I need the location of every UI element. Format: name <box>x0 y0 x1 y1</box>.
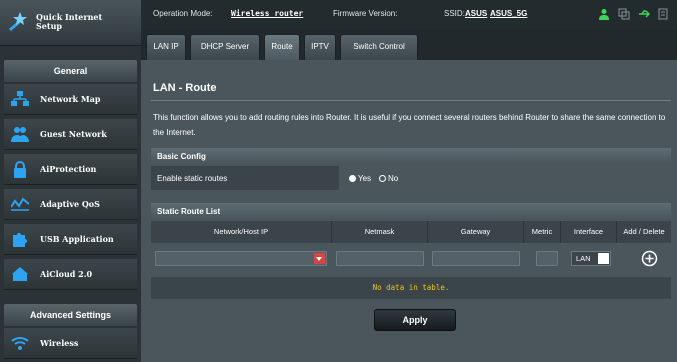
operation-mode-value[interactable]: Wireless router <box>231 9 303 18</box>
sidebar-item-label: USB Application <box>40 234 114 244</box>
advanced-settings-header: Advanced Settings <box>4 304 137 326</box>
interface-select[interactable]: LAN <box>571 251 611 266</box>
chevron-down-icon[interactable] <box>314 253 325 264</box>
radio-no-label: No <box>388 174 399 183</box>
status-bar: Operation Mode: Wireless router Firmware… <box>141 0 677 30</box>
sidebar-item-aicloud[interactable]: AiCloud 2.0 <box>4 259 137 290</box>
column-header: Network/Host IP <box>151 221 332 243</box>
copy-icon[interactable] <box>618 8 630 20</box>
tab-route[interactable]: Route <box>264 34 300 60</box>
interface-value: LAN <box>576 254 591 263</box>
radio-yes-dot <box>349 175 356 182</box>
ssid-2[interactable]: ASUS_5G <box>490 9 527 18</box>
netmask-input[interactable] <box>336 251 424 266</box>
cloud-icon <box>10 265 30 283</box>
sidebar-item-wireless[interactable]: Wireless <box>4 328 137 359</box>
tab-dhcp-server[interactable]: DHCP Server <box>190 34 260 60</box>
enable-static-routes-value: Yes No <box>339 166 671 190</box>
tab-lan-ip[interactable]: LAN IP <box>146 34 186 60</box>
network-map-icon <box>10 90 30 108</box>
chevron-down-icon <box>598 253 609 264</box>
tab-iptv[interactable]: IPTV <box>304 34 336 60</box>
sidebar-item-guest-network[interactable]: Guest Network <box>4 119 137 150</box>
ssid-label: SSID: <box>444 9 465 18</box>
wand-icon <box>8 12 27 32</box>
apply-button[interactable]: Apply <box>374 309 456 331</box>
empty-table-row: No data in table. <box>151 277 671 299</box>
ssid-1[interactable]: ASUS <box>465 9 487 18</box>
page-description: This function allows you to add routing … <box>153 113 666 137</box>
sidebar-item-label: Guest Network <box>40 129 107 139</box>
column-header: Metric <box>524 221 561 243</box>
wifi-icon <box>10 334 30 352</box>
lock-icon <box>10 160 30 178</box>
sidebar-item-label: Wireless <box>40 338 79 348</box>
gateway-input[interactable] <box>432 251 520 266</box>
network-host-ip-input[interactable] <box>155 251 327 266</box>
main-panel: LAN - Route This function allows you to … <box>141 60 677 362</box>
quick-internet-setup-button[interactable]: Quick Internet Setup <box>0 0 141 46</box>
quick-internet-setup-label: Quick Internet Setup <box>36 12 103 31</box>
sidebar-item-label: Network Map <box>40 94 101 104</box>
sidebar-item-label: Adaptive QoS <box>40 199 100 209</box>
printer-icon[interactable] <box>657 8 669 20</box>
table-input-row: LAN <box>151 243 671 275</box>
sidebar-item-network-map[interactable]: Network Map <box>4 84 137 115</box>
usb-icon[interactable] <box>638 8 650 20</box>
operation-mode-label: Operation Mode: <box>153 9 213 18</box>
static-route-list-header: Static Route List <box>151 203 671 220</box>
metric-input[interactable] <box>536 251 558 266</box>
sidebar-item-aiprotection[interactable]: AiProtection <box>4 154 137 185</box>
add-route-button[interactable] <box>641 250 658 267</box>
tab-switch-control[interactable]: Switch Control <box>340 34 418 60</box>
radio-no-dot <box>379 175 386 182</box>
sidebar-item-usb-application[interactable]: USB Application <box>4 224 137 255</box>
puzzle-icon <box>10 230 30 248</box>
sidebar-item-label: AiCloud 2.0 <box>40 269 93 279</box>
column-header: Netmask <box>332 221 428 243</box>
qos-icon <box>10 195 30 213</box>
general-header: General <box>4 60 137 82</box>
sidebar: Quick Internet Setup General Network Map… <box>0 0 141 362</box>
enable-static-routes-label: Enable static routes <box>157 174 228 183</box>
user-icon[interactable] <box>598 8 610 20</box>
column-header: Add / Delete <box>623 227 665 236</box>
empty-table-message: No data in table. <box>372 283 450 292</box>
firmware-label: Firmware Version: <box>333 9 398 18</box>
page-title: LAN - Route <box>153 82 217 94</box>
enable-static-routes-row: Enable static routes Yes No <box>151 166 671 190</box>
title-divider <box>151 100 671 101</box>
column-header: Gateway <box>428 221 524 243</box>
radio-yes[interactable]: Yes <box>349 174 371 183</box>
table-header-row: Network/Host IP Netmask Gateway Metric I… <box>151 221 671 243</box>
sidebar-item-label: AiProtection <box>40 164 97 174</box>
guest-network-icon <box>10 125 30 143</box>
basic-config-header: Basic Config <box>151 148 671 165</box>
sidebar-item-adaptive-qos[interactable]: Adaptive QoS <box>4 189 137 220</box>
radio-no[interactable]: No <box>379 174 398 183</box>
column-header: Interface <box>561 221 617 243</box>
radio-yes-label: Yes <box>358 174 372 183</box>
